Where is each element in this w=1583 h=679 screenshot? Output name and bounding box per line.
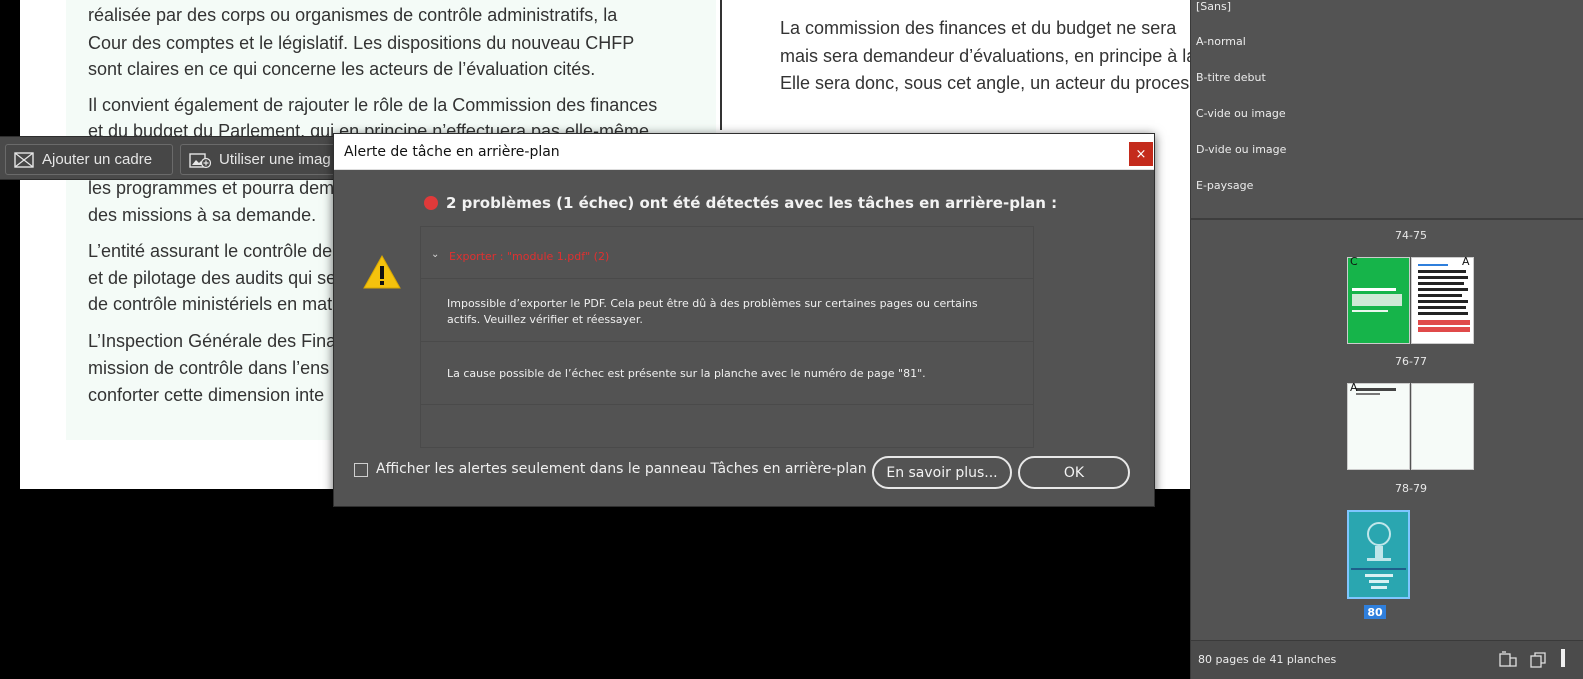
doc-line: de contrôle ministériels en mat — [88, 294, 333, 314]
doc-line: Cour des comptes et le législatif. Les d… — [88, 33, 635, 53]
page-thumbnail-80[interactable] — [1347, 510, 1410, 599]
pages-thumbnails: 74-75 C A 76-77 A 78-79 80 — [1191, 222, 1583, 640]
page-thumbnail[interactable] — [1347, 383, 1410, 470]
master-item[interactable]: B-titre debut — [1196, 71, 1266, 84]
spread-74-75[interactable]: C A — [1347, 255, 1474, 344]
dialog-title: Alerte de tâche en arrière-plan — [344, 144, 560, 160]
doc-line: Elle sera donc, sous cet angle, un acteu… — [780, 73, 1199, 93]
doc-line: L’Inspection Générale des Fina — [88, 331, 337, 351]
use-image-label: Utiliser une imag — [219, 151, 331, 168]
master-item[interactable]: [Sans] — [1196, 0, 1231, 13]
master-item[interactable]: D-vide ou image — [1196, 143, 1286, 156]
chevron-down-icon[interactable]: ⌄ — [431, 249, 439, 260]
page-thumbnail[interactable] — [1411, 383, 1474, 470]
heading-text: 2 problèmes (1 échec) ont été détectés a… — [446, 194, 1058, 212]
issue-item: Impossible d’exporter le PDF. Cela peut … — [421, 279, 1033, 342]
alerts-only-label[interactable]: Afficher les alertes seulement dans le p… — [376, 461, 867, 477]
doc-line: et de pilotage des audits qui sero — [88, 268, 353, 288]
learn-more-button[interactable]: En savoir plus... — [872, 456, 1012, 489]
place-image-icon — [189, 152, 211, 168]
issue-message: La cause possible de l’échec est présent… — [447, 367, 926, 380]
issue-message: Impossible d’exporter le PDF. Cela peut … — [447, 297, 978, 326]
master-prefix: A — [1462, 255, 1470, 268]
error-dot-icon — [424, 196, 438, 210]
frame-icon — [14, 151, 34, 168]
doc-line: mais sera demandeur d’évaluations, en pr… — [780, 46, 1197, 66]
warning-icon — [363, 254, 401, 289]
frame-contextual-toolbar: Ajouter un cadre Utiliser une imag — [0, 136, 336, 180]
add-frame-label: Ajouter un cadre — [42, 151, 153, 168]
close-button[interactable]: × — [1129, 142, 1153, 166]
doc-line: La commission des finances et du budget … — [780, 18, 1177, 38]
spread-label: 74-75 — [1395, 229, 1427, 242]
doc-line: les programmes et pourra dem — [88, 178, 335, 198]
add-frame-button[interactable]: Ajouter un cadre — [5, 144, 173, 175]
spread-label: 78-79 — [1395, 482, 1427, 495]
master-prefix: C — [1350, 255, 1358, 268]
master-item[interactable]: C-vide ou image — [1196, 107, 1286, 120]
issue-group-header[interactable]: ⌄ Exporter : "module 1.pdf" (2) — [421, 227, 1033, 279]
spread-76-77[interactable]: A — [1347, 381, 1474, 470]
master-prefix: A — [1350, 381, 1358, 394]
column-divider — [720, 0, 722, 130]
doc-line: Il convient également de rajouter le rôl… — [88, 95, 658, 115]
dialog-titlebar: Alerte de tâche en arrière-plan × — [334, 134, 1154, 170]
delete-page-icon[interactable] — [1561, 649, 1565, 667]
page-thumbnail[interactable] — [1411, 257, 1474, 344]
dialog-heading: 2 problèmes (1 échec) ont été détectés a… — [424, 194, 1057, 212]
dialog-footer: Afficher les alertes seulement dans le p… — [334, 456, 1154, 496]
new-page-icon[interactable] — [1529, 651, 1549, 669]
master-item[interactable]: A-normal — [1196, 35, 1246, 48]
pages-panel-footer: 80 pages de 41 planches — [1191, 640, 1583, 679]
pages-panel: [Sans] A-normal B-titre debut C-vide ou … — [1190, 0, 1583, 679]
doc-line: mission de contrôle dans l’ens — [88, 358, 330, 378]
page-count-text: 80 pages de 41 planches — [1198, 653, 1337, 666]
master-item[interactable]: E-paysage — [1196, 179, 1253, 192]
issue-item: La cause possible de l’échec est présent… — [421, 342, 1033, 405]
doc-line: L’entité assurant le contrôle de l’ — [88, 241, 346, 261]
page-size-icon[interactable] — [1498, 651, 1518, 669]
masters-list: [Sans] A-normal B-titre debut C-vide ou … — [1191, 0, 1583, 220]
doc-line: réalisée par des corps ou organismes de … — [88, 5, 618, 25]
current-page-badge: 80 — [1364, 605, 1386, 619]
use-image-button[interactable]: Utiliser une imag — [180, 144, 336, 175]
issue-group-title: Exporter : "module 1.pdf" (2) — [449, 250, 610, 263]
ok-button[interactable]: OK — [1018, 456, 1130, 489]
issues-list: ⌄ Exporter : "module 1.pdf" (2) Impossib… — [420, 226, 1034, 448]
alerts-only-checkbox[interactable] — [354, 463, 368, 477]
doc-line: conforter cette dimension inte — [88, 385, 325, 405]
spread-label: 76-77 — [1395, 355, 1427, 368]
background-task-alert-dialog: Alerte de tâche en arrière-plan × 2 prob… — [333, 133, 1155, 507]
doc-line: sont claires en ce qui concerne les acte… — [88, 59, 596, 79]
page-thumbnail[interactable] — [1347, 257, 1410, 344]
doc-line: des missions à sa demande. — [88, 205, 317, 225]
